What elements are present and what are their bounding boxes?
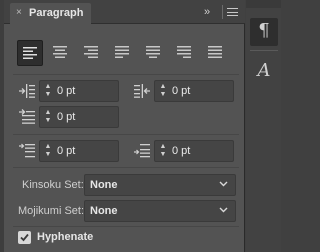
stepper-arrows[interactable]: ▲ ▼ — [158, 143, 168, 159]
space-after-value: 0 pt — [172, 145, 191, 157]
stepper-up-icon[interactable]: ▲ — [43, 109, 53, 117]
left-indent-icon — [19, 84, 35, 98]
character-icon: A — [257, 60, 271, 81]
align-right-button[interactable] — [79, 40, 105, 66]
align-center-icon — [53, 46, 67, 58]
stepper-down-icon[interactable]: ▼ — [43, 151, 53, 159]
paragraph-panel: × Paragraph » ▲ ▼ 0 pt ▲ ▼ 0 pt ▲ ▼ 0 pt… — [4, 0, 245, 252]
first-line-indent-value: 0 pt — [57, 111, 76, 123]
mojikumi-label: Mojikumi Set: — [18, 205, 85, 217]
align-center-button[interactable] — [48, 40, 74, 66]
section-divider — [13, 167, 239, 168]
justify-last-left-icon — [115, 46, 129, 58]
justify-last-right-icon — [177, 46, 191, 58]
mojikumi-value: None — [90, 205, 118, 217]
stepper-up-icon[interactable]: ▲ — [43, 83, 53, 91]
section-divider — [13, 134, 239, 135]
justify-all-icon — [208, 46, 222, 58]
stepper-down-icon[interactable]: ▼ — [158, 91, 168, 99]
justify-all-button[interactable] — [203, 40, 229, 66]
stepper-arrows[interactable]: ▲ ▼ — [43, 109, 53, 125]
first-line-indent-icon — [19, 109, 35, 124]
justify-last-center-button[interactable] — [141, 40, 167, 66]
chevron-down-icon — [219, 207, 228, 213]
chevron-down-icon — [219, 181, 228, 187]
stepper-arrows[interactable]: ▲ ▼ — [43, 83, 53, 99]
panel-menu-icon[interactable] — [227, 8, 238, 16]
dock-divider — [250, 50, 278, 51]
dock-grip[interactable] — [246, 0, 281, 8]
justify-last-center-icon — [146, 46, 160, 58]
space-before-field[interactable]: ▲ ▼ 0 pt — [39, 140, 119, 162]
section-divider — [13, 226, 239, 227]
space-before-icon — [19, 143, 35, 158]
section-divider — [13, 74, 239, 75]
stepper-up-icon[interactable]: ▲ — [158, 83, 168, 91]
justify-last-left-button[interactable] — [110, 40, 136, 66]
checkmark-icon — [20, 233, 29, 242]
stepper-arrows[interactable]: ▲ ▼ — [158, 83, 168, 99]
align-left-icon — [23, 47, 37, 59]
paragraph-panel-button[interactable]: ¶ — [250, 18, 278, 46]
stepper-down-icon[interactable]: ▼ — [43, 91, 53, 99]
stepper-arrows[interactable]: ▲ ▼ — [43, 143, 53, 159]
tab-paragraph[interactable]: × Paragraph — [10, 3, 91, 24]
character-panel-button[interactable]: A — [250, 58, 278, 86]
collapse-panel-icon[interactable]: » — [204, 6, 210, 18]
hyphenate-label: Hyphenate — [37, 231, 94, 243]
align-right-icon — [84, 46, 98, 58]
stepper-up-icon[interactable]: ▲ — [158, 143, 168, 151]
space-before-value: 0 pt — [57, 145, 76, 157]
right-indent-field[interactable]: ▲ ▼ 0 pt — [154, 80, 234, 102]
header-divider — [222, 5, 223, 19]
space-after-icon — [134, 144, 150, 158]
first-line-indent-field[interactable]: ▲ ▼ 0 pt — [39, 106, 119, 128]
tab-label: Paragraph — [29, 7, 84, 19]
stepper-down-icon[interactable]: ▼ — [43, 117, 53, 125]
kinsoku-label: Kinsoku Set: — [22, 179, 84, 191]
justify-last-right-button[interactable] — [172, 40, 198, 66]
right-indent-value: 0 pt — [172, 85, 191, 97]
right-indent-icon — [134, 84, 150, 98]
left-indent-field[interactable]: ▲ ▼ 0 pt — [39, 80, 119, 102]
paragraph-icon: ¶ — [258, 20, 270, 41]
align-left-button[interactable] — [17, 40, 43, 66]
panel-header: × Paragraph » — [4, 0, 245, 24]
left-indent-value: 0 pt — [57, 85, 76, 97]
mojikumi-select[interactable]: None — [84, 200, 236, 222]
stepper-up-icon[interactable]: ▲ — [43, 143, 53, 151]
stepper-down-icon[interactable]: ▼ — [158, 151, 168, 159]
kinsoku-select[interactable]: None — [84, 174, 236, 196]
close-icon[interactable]: × — [16, 7, 22, 18]
hyphenate-checkbox[interactable] — [18, 231, 31, 244]
space-after-field[interactable]: ▲ ▼ 0 pt — [154, 140, 234, 162]
panel-dock: ¶ A — [246, 0, 281, 252]
kinsoku-value: None — [90, 179, 118, 191]
